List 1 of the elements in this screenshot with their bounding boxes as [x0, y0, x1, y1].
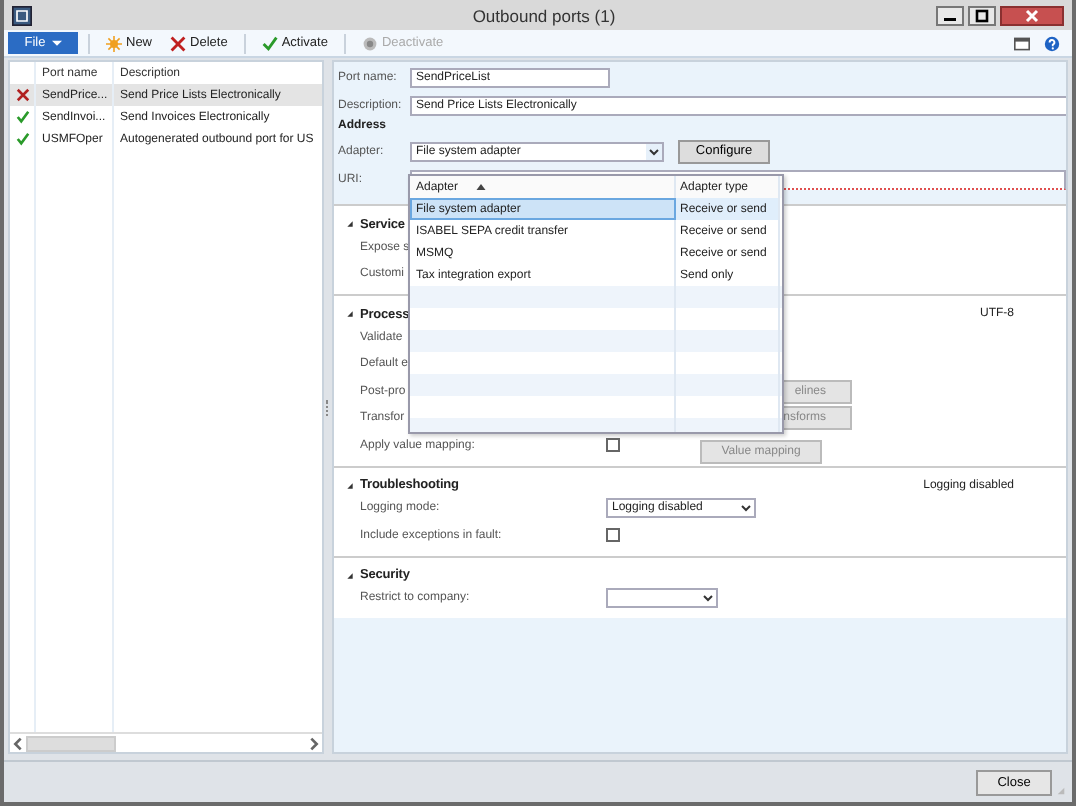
window-title: Outbound ports (1)	[470, 5, 616, 25]
